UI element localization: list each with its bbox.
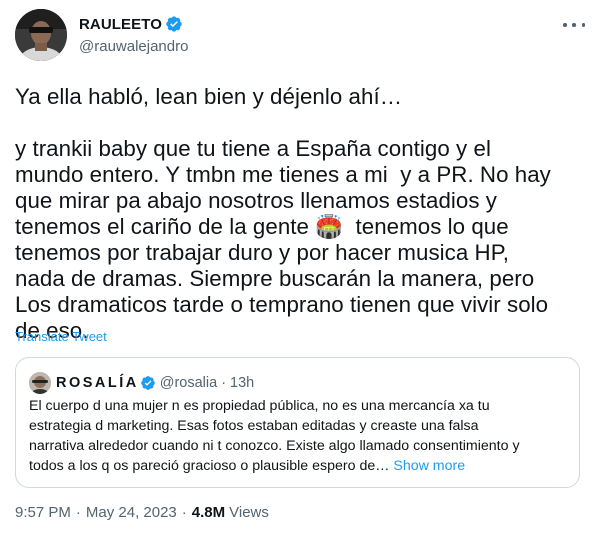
tweet-line: Ya ella habló, lean bien y déjenlo ahí… bbox=[15, 84, 403, 109]
tweet-text: Ya ella habló, lean bien y déjenlo ahí… … bbox=[15, 84, 581, 344]
tweet-card: RAULEETO @rauwalejandro Ya ella habló, l… bbox=[0, 0, 596, 536]
tweet-line: y trankii baby que tu tiene a España con… bbox=[15, 136, 491, 161]
author-avatar[interactable] bbox=[15, 9, 67, 61]
quote-separator: · bbox=[221, 375, 227, 391]
tweet-time[interactable]: 9:57 PM bbox=[15, 504, 71, 521]
tweet-meta: 9:57 PM · May 24, 2023 · 4.8M Views bbox=[15, 504, 269, 521]
quote-line: todos a los q os pareció gracioso o plau… bbox=[29, 458, 394, 474]
quote-timestamp[interactable]: 13h bbox=[230, 375, 254, 391]
verified-badge-icon bbox=[140, 375, 156, 391]
tweet-line: tenemos por trabajar duro y por hacer mu… bbox=[15, 240, 509, 265]
tweet-line: mundo entero. Y tmbn me tienes a mi y a … bbox=[15, 162, 551, 187]
meta-separator: · bbox=[75, 504, 81, 521]
author-name-row: RAULEETO bbox=[79, 13, 183, 35]
quote-author-avatar[interactable] bbox=[29, 372, 51, 394]
verified-badge-icon bbox=[165, 15, 183, 33]
views-label[interactable]: Views bbox=[229, 504, 269, 521]
meta-separator: · bbox=[181, 504, 187, 521]
quote-text: El cuerpo d una mujer n es propiedad púb… bbox=[29, 396, 569, 476]
tweet-line: Los dramaticos tarde o temprano tienen q… bbox=[15, 292, 549, 317]
tweet-line: nada de dramas. Siempre buscarán la mane… bbox=[15, 266, 535, 291]
author-display-name[interactable]: RAULEETO bbox=[79, 16, 162, 33]
quote-author-handle[interactable]: @rosalia bbox=[160, 375, 217, 391]
quoted-tweet[interactable]: ROSALÍA @rosalia · 13h El cuerpo d una m… bbox=[15, 357, 580, 488]
quote-line: narrativa alrededor cuando ni t conozco.… bbox=[29, 438, 520, 454]
show-more-link[interactable]: Show more bbox=[393, 458, 465, 474]
views-count[interactable]: 4.8M bbox=[192, 504, 225, 521]
quote-line: El cuerpo d una mujer n es propiedad púb… bbox=[29, 398, 490, 414]
translate-tweet-link[interactable]: Translate Tweet bbox=[15, 329, 107, 344]
author-handle[interactable]: @rauwalejandro bbox=[79, 38, 188, 55]
quote-line: estrategia d marketing. Esas fotos estab… bbox=[29, 418, 479, 434]
quote-name-row: ROSALÍA @rosalia · 13h bbox=[56, 372, 254, 394]
quote-author-display-name[interactable]: ROSALÍA bbox=[56, 375, 139, 391]
more-options-icon[interactable] bbox=[563, 18, 585, 32]
tweet-date[interactable]: May 24, 2023 bbox=[86, 504, 177, 521]
tweet-line: tenemos el cariño de la gente 🏟️ tenemos… bbox=[15, 214, 509, 239]
tweet-line: que mirar pa abajo nosotros llenamos est… bbox=[15, 188, 497, 213]
